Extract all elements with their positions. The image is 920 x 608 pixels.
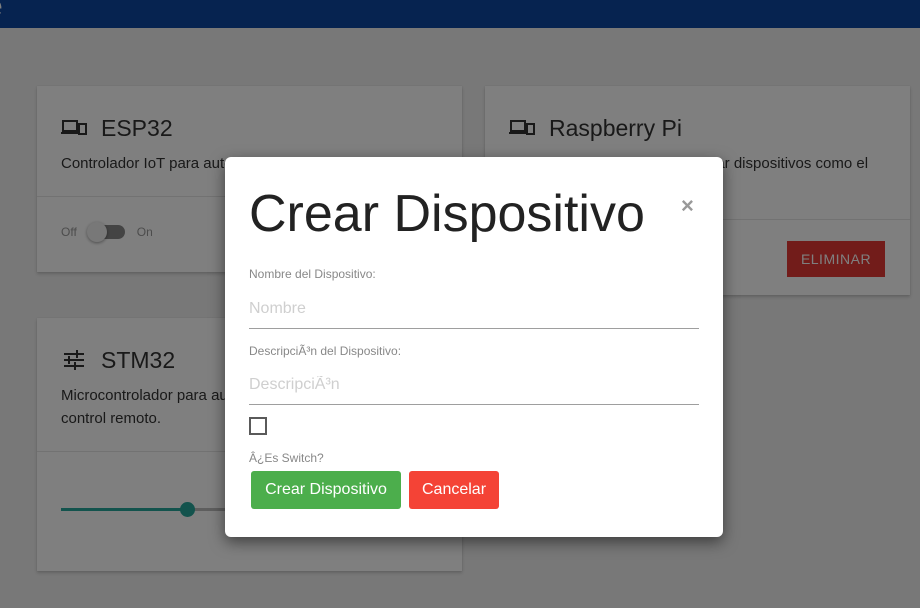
- name-label: Nombre del Dispositivo:: [249, 267, 376, 281]
- create-device-button[interactable]: Crear Dispositivo: [251, 471, 401, 509]
- is-switch-checkbox[interactable]: [249, 417, 267, 435]
- cancel-button[interactable]: Cancelar: [409, 471, 499, 509]
- create-device-modal: Crear Dispositivo × Nombre del Dispositi…: [225, 157, 723, 537]
- close-icon[interactable]: ×: [681, 193, 694, 219]
- device-name-input[interactable]: [249, 289, 699, 329]
- modal-title: Crear Dispositivo: [249, 185, 645, 243]
- description-label: DescripciÃ³n del Dispositivo:: [249, 344, 402, 358]
- is-switch-label: Â¿Es Switch?: [249, 451, 324, 465]
- device-description-input[interactable]: [249, 365, 699, 405]
